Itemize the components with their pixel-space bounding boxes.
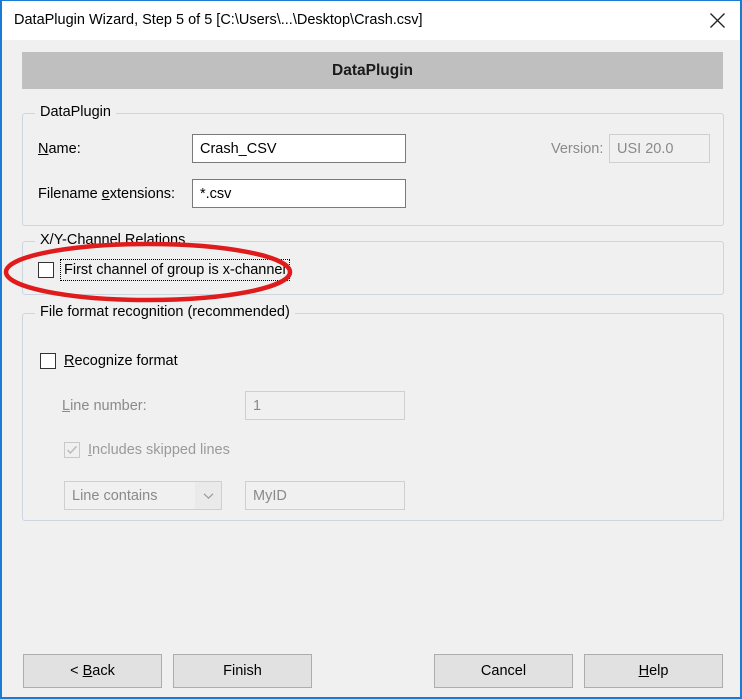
back-label-pre: < bbox=[70, 663, 83, 679]
line-number-label-accelerator: L bbox=[62, 398, 71, 414]
recognize-label-accelerator: R bbox=[64, 353, 75, 369]
checkbox-label-post: roup is x-channel bbox=[175, 262, 286, 278]
group-dataplugin: DataPlugin bbox=[22, 104, 724, 226]
checkbox-first-channel-is-x-channel[interactable]: First channel of group is x-channel bbox=[38, 259, 290, 281]
cancel-button[interactable]: Cancel bbox=[434, 654, 573, 688]
filename-extensions-label-accelerator: e bbox=[101, 186, 110, 202]
help-button[interactable]: Help bbox=[584, 654, 723, 688]
name-label: Name: bbox=[38, 141, 81, 157]
checkbox-box[interactable] bbox=[40, 353, 56, 369]
help-label-post: elp bbox=[649, 663, 669, 679]
help-label-accelerator: H bbox=[638, 663, 650, 679]
group-xy-channel-relations-title: X/Y-Channel Relations bbox=[35, 232, 191, 248]
close-icon[interactable] bbox=[694, 1, 740, 39]
version-field: USI 20.0 bbox=[609, 134, 710, 163]
version-label: Version: bbox=[551, 141, 604, 157]
line-number-input: 1 bbox=[245, 391, 405, 420]
back-label-post: ack bbox=[92, 663, 115, 679]
finish-button-label: Finish bbox=[223, 663, 262, 679]
group-file-format-recognition-title: File format recognition (recommended) bbox=[35, 304, 295, 320]
help-button-label: Help bbox=[639, 663, 669, 679]
condition-value-input: MyID bbox=[245, 481, 405, 510]
name-input-value: Crash_CSV bbox=[200, 140, 277, 157]
name-label-accelerator: N bbox=[38, 141, 49, 157]
page-title: DataPlugin bbox=[332, 61, 413, 79]
recognize-label-post: ecognize format bbox=[74, 353, 178, 369]
line-number-label: Line number: bbox=[62, 398, 147, 414]
name-input[interactable]: Crash_CSV bbox=[192, 134, 406, 163]
condition-type-selected-value: Line contains bbox=[72, 487, 158, 504]
checkbox-box[interactable] bbox=[38, 262, 54, 278]
checkbox-first-channel-is-x-channel-label: First channel of group is x-channel bbox=[60, 259, 290, 281]
line-number-label-post: ine number: bbox=[70, 398, 147, 414]
finish-button[interactable]: Finish bbox=[173, 654, 312, 688]
name-label-post: ame: bbox=[48, 141, 81, 157]
condition-type-select: Line contains bbox=[64, 481, 222, 510]
group-dataplugin-title: DataPlugin bbox=[35, 104, 116, 120]
back-button[interactable]: < Back bbox=[23, 654, 162, 688]
checkbox-recognize-format[interactable]: Recognize format bbox=[40, 353, 178, 369]
chevron-down-icon bbox=[195, 482, 221, 509]
filename-extensions-input[interactable]: *.csv bbox=[192, 179, 406, 208]
line-number-value: 1 bbox=[253, 397, 262, 414]
checkbox-includes-skipped-lines: Includes skipped lines bbox=[64, 442, 230, 458]
cancel-button-label: Cancel bbox=[480, 663, 527, 679]
title-bar: DataPlugin Wizard, Step 5 of 5 [C:\Users… bbox=[2, 0, 740, 40]
checkbox-includes-skipped-lines-label: Includes skipped lines bbox=[88, 442, 230, 458]
window-title: DataPlugin Wizard, Step 5 of 5 [C:\Users… bbox=[14, 12, 423, 28]
version-value: USI 20.0 bbox=[617, 140, 674, 157]
checkbox-label-pre: First channel of bbox=[64, 262, 168, 278]
filename-extensions-label: Filename extensions: bbox=[38, 186, 175, 202]
dataplugin-wizard-window: DataPlugin Wizard, Step 5 of 5 [C:\Users… bbox=[0, 0, 742, 699]
checkbox-box bbox=[64, 442, 80, 458]
back-button-label: < Back bbox=[70, 663, 115, 679]
filename-extensions-label-pre: Filename bbox=[38, 186, 102, 202]
page-banner: DataPlugin bbox=[22, 52, 723, 89]
condition-value: MyID bbox=[253, 487, 287, 504]
filename-extensions-label-post: xtensions: bbox=[109, 186, 176, 202]
back-label-accelerator: B bbox=[82, 663, 93, 679]
checkbox-recognize-format-label: Recognize format bbox=[64, 353, 178, 369]
includes-label-post: ncludes skipped lines bbox=[92, 442, 230, 458]
filename-extensions-input-value: *.csv bbox=[200, 185, 232, 202]
